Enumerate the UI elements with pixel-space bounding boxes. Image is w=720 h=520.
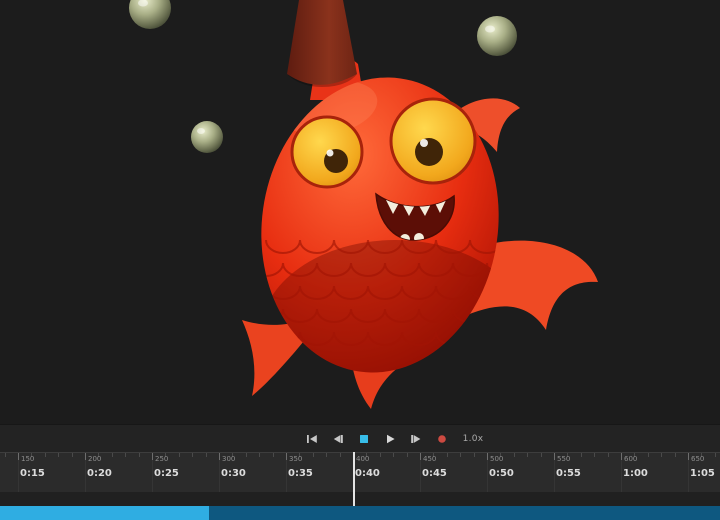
step-forward-button[interactable] — [407, 431, 425, 447]
ruler-minor-tick — [179, 453, 180, 457]
ruler-frame-label: 400 — [356, 455, 369, 463]
ruler-minor-tick — [326, 453, 327, 457]
cone-hat — [287, 0, 357, 87]
ruler-time-label: 0:40 — [355, 468, 380, 479]
ruler-minor-tick — [661, 453, 662, 457]
ruler-frame-label: 250 — [155, 455, 168, 463]
ruler-minor-tick — [58, 453, 59, 457]
ruler-minor-tick — [514, 453, 515, 457]
ruler-minor-tick — [313, 453, 314, 457]
step-back-button[interactable] — [329, 431, 347, 447]
stop-icon — [359, 434, 369, 444]
play-icon — [385, 434, 395, 444]
play-button[interactable] — [381, 431, 399, 447]
ruler-time-label: 1:00 — [623, 468, 648, 479]
ruler-minor-tick — [139, 453, 140, 457]
ruler-minor-tick — [715, 453, 716, 457]
ruler-time-label: 0:50 — [489, 468, 514, 479]
step-back-icon — [332, 434, 344, 444]
ruler-minor-tick — [527, 453, 528, 457]
ruler-minor-tick — [675, 453, 676, 457]
ruler-time-label: 0:30 — [221, 468, 246, 479]
ruler-time-label: 0:45 — [422, 468, 447, 479]
ruler-frame-label: 600 — [624, 455, 637, 463]
ruler-minor-tick — [407, 453, 408, 457]
ruler-minor-tick — [45, 453, 46, 457]
animation-editor-window: 1.0x 150 0:15 200 0:20 250 0:25 300 0:30 350 0:35… — [0, 0, 720, 520]
ruler-major-tick — [487, 453, 488, 460]
ruler-minor-tick — [608, 453, 609, 457]
ruler-time-label: 1:05 — [690, 468, 715, 479]
transport-bar: 1.0x — [0, 424, 720, 452]
playback-speed-label[interactable]: 1.0x — [463, 434, 484, 444]
ruler-time-label: 0:20 — [87, 468, 112, 479]
timeline-ruler[interactable]: 150 0:15 200 0:20 250 0:25 300 0:30 350 0:35 400 0:… — [0, 452, 720, 492]
ruler-frame-label: 550 — [557, 455, 570, 463]
ruler-major-tick — [219, 453, 220, 460]
step-forward-icon — [410, 434, 422, 444]
ruler-minor-tick — [648, 453, 649, 457]
ruler-major-tick — [18, 453, 19, 460]
scrollbar-thumb[interactable] — [0, 506, 209, 520]
ruler-frame-label: 650 — [691, 455, 704, 463]
ruler-minor-tick — [581, 453, 582, 457]
ruler-major-tick — [85, 453, 86, 460]
ruler-major-tick — [420, 453, 421, 460]
ruler-minor-tick — [72, 453, 73, 457]
ruler-major-tick — [688, 453, 689, 460]
record-icon — [437, 434, 447, 444]
ruler-frame-label: 350 — [289, 455, 302, 463]
ruler-minor-tick — [112, 453, 113, 457]
ruler-major-tick — [286, 453, 287, 460]
ruler-frame-label: 450 — [423, 455, 436, 463]
ruler-major-tick — [621, 453, 622, 460]
ruler-minor-tick — [125, 453, 126, 457]
timeline-track-strip[interactable] — [0, 492, 720, 506]
preview-canvas[interactable] — [0, 0, 720, 424]
ruler-time-label: 0:35 — [288, 468, 313, 479]
ruler-frame-label: 150 — [21, 455, 34, 463]
skip-to-start-icon — [306, 434, 318, 444]
ruler-minor-tick — [192, 453, 193, 457]
ruler-minor-tick — [460, 453, 461, 457]
ruler-minor-tick — [206, 453, 207, 457]
skip-to-start-button[interactable] — [303, 431, 321, 447]
ruler-minor-tick — [259, 453, 260, 457]
ruler-minor-tick — [273, 453, 274, 457]
ruler-minor-tick — [474, 453, 475, 457]
ruler-minor-tick — [447, 453, 448, 457]
ruler-minor-tick — [5, 453, 6, 457]
record-button[interactable] — [433, 431, 451, 447]
ruler-frame-label: 300 — [222, 455, 235, 463]
playhead[interactable] — [353, 452, 355, 506]
timeline-scrollbar[interactable] — [0, 506, 720, 520]
ruler-frame-label: 200 — [88, 455, 101, 463]
ruler-major-tick — [152, 453, 153, 460]
ruler-major-tick — [554, 453, 555, 460]
ruler-minor-tick — [340, 453, 341, 457]
goldfish-artwork — [0, 0, 720, 424]
stop-button[interactable] — [355, 431, 373, 447]
ruler-minor-tick — [393, 453, 394, 457]
ruler-minor-tick — [246, 453, 247, 457]
ruler-time-label: 0:15 — [20, 468, 45, 479]
ruler-frame-label: 500 — [490, 455, 503, 463]
ruler-minor-tick — [541, 453, 542, 457]
ruler-time-label: 0:55 — [556, 468, 581, 479]
ruler-minor-tick — [380, 453, 381, 457]
ruler-minor-tick — [594, 453, 595, 457]
ruler-time-label: 0:25 — [154, 468, 179, 479]
